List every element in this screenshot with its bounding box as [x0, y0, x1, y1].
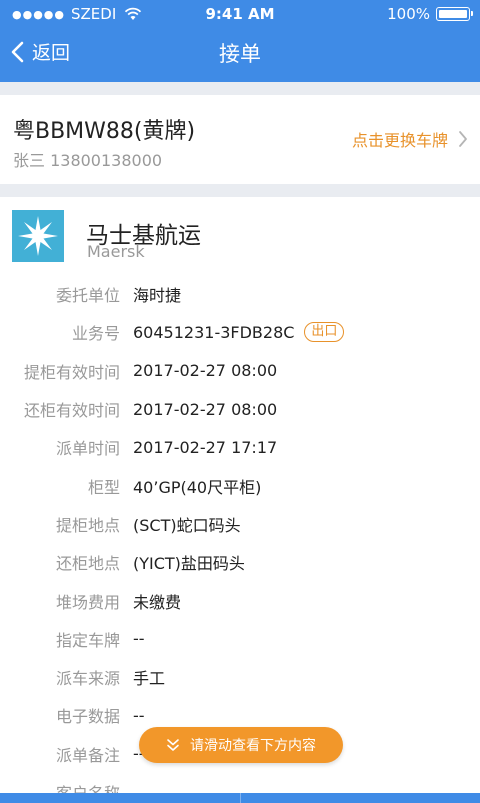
row-label: 提柜有效时间: [23, 362, 120, 382]
row-value: 2017-02-27 08:00: [133, 361, 278, 381]
chevron-right-icon: [459, 131, 467, 147]
row-label: 派单时间: [55, 439, 120, 459]
detail-row-return-valid: 还柜有效时间 2017-02-27 08:00: [0, 390, 480, 428]
row-value: 2017-02-27 08:00: [133, 399, 278, 419]
battery-icon: [436, 7, 473, 21]
maersk-logo-icon: [12, 210, 64, 262]
row-label: 还柜地点: [55, 554, 120, 574]
row-label: 委托单位: [55, 286, 120, 306]
row-label: 堆场费用: [55, 592, 120, 612]
order-detail-card: 马士基航运 Maersk 委托单位 海时捷 业务号 60451231-3FDB2…: [0, 197, 480, 803]
business-number: 60451231-3FDB28C: [133, 322, 295, 342]
row-value: 海时捷: [133, 286, 182, 306]
detail-row-return-location: 还柜地点 (YICT)盐田码头: [0, 543, 480, 581]
row-label: 派单备注: [55, 745, 120, 765]
row-label: 柜型: [87, 477, 120, 497]
detail-row-dispatch-source: 派车来源 手工: [0, 658, 480, 696]
detail-row-business-no: 业务号 60451231-3FDB28C 出口: [0, 313, 480, 351]
detail-row-assigned-plate: 指定车牌 --: [0, 620, 480, 658]
driver-info: 张三 13800138000: [13, 151, 163, 170]
battery-percent: 100%: [387, 5, 430, 23]
double-chevron-down-icon: [167, 739, 179, 751]
row-label: 还柜有效时间: [23, 401, 120, 421]
bottom-bar-divider: [240, 793, 241, 803]
page-title: 接单: [219, 42, 261, 66]
detail-row-pickup-location: 提柜地点 (SCT)蛇口码头: [0, 505, 480, 543]
row-label: 派车来源: [55, 669, 120, 689]
detail-row-container-type: 柜型 40’GP(40尺平柜): [0, 466, 480, 504]
row-value: 未缴费: [133, 592, 182, 612]
row-label: 业务号: [71, 324, 120, 344]
row-value: 手工: [133, 669, 166, 689]
row-value: 40’GP(40尺平柜): [133, 477, 262, 497]
star-icon: [18, 216, 58, 256]
row-value: (SCT)蛇口码头: [133, 515, 241, 535]
row-label: 电子数据: [55, 707, 120, 727]
row-value: --: [133, 629, 145, 649]
row-value: 60451231-3FDB28C 出口: [133, 322, 345, 343]
scroll-hint-button[interactable]: 请滑动查看下方内容: [139, 727, 343, 763]
export-badge: 出口: [304, 322, 345, 343]
scroll-hint-label: 请滑动查看下方内容: [190, 738, 316, 754]
row-label: 提柜地点: [55, 515, 120, 535]
vehicle-plate: 粤BBMW88(黄牌): [13, 119, 196, 144]
detail-list: 委托单位 海时捷 业务号 60451231-3FDB28C 出口 提柜有效时间 …: [0, 275, 480, 803]
change-plate-button[interactable]: 点击更换车牌: [352, 127, 468, 151]
row-value: (YICT)盐田码头: [133, 554, 245, 574]
row-value: 2017-02-27 17:17: [133, 437, 278, 457]
status-right: 100%: [387, 5, 473, 23]
company-name-en: Maersk: [87, 242, 145, 261]
detail-row-dispatch-time: 派单时间 2017-02-27 17:17: [0, 428, 480, 466]
row-label: 指定车牌: [55, 630, 120, 650]
row-value: --: [133, 705, 145, 725]
status-bar: ●●●●● SZEDI 9:41 AM 100%: [0, 0, 480, 26]
vehicle-card: 粤BBMW88(黄牌) 张三 13800138000 点击更换车牌: [0, 95, 480, 184]
change-plate-label: 点击更换车牌: [351, 131, 448, 150]
detail-row-client: 委托单位 海时捷: [0, 275, 480, 313]
detail-row-yard-fee: 堆场费用 未缴费: [0, 581, 480, 619]
detail-row-pickup-valid: 提柜有效时间 2017-02-27 08:00: [0, 352, 480, 390]
app-header: ●●●●● SZEDI 9:41 AM 100% 返回 接单: [0, 0, 480, 82]
nav-bar: 返回 接单: [0, 28, 480, 80]
